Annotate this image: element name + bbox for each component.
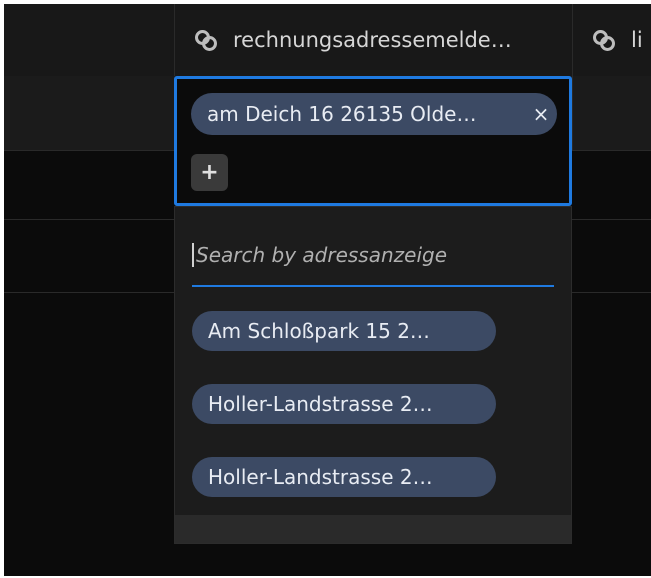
- remove-record-button[interactable]: ×: [525, 102, 557, 126]
- link-icon: [591, 27, 617, 53]
- column-divider: [572, 76, 573, 150]
- linked-record-cell-editor[interactable]: am Deich 16 26135 Olde… × +: [174, 76, 572, 206]
- add-record-button[interactable]: +: [191, 154, 228, 191]
- column-header-second[interactable]: li: [572, 4, 651, 76]
- record-option[interactable]: Holler-Landstrasse 2…: [192, 384, 496, 424]
- grid-view: rechnungsadressemelde… li am Deich 16 26…: [4, 4, 651, 576]
- column-header-label: li: [631, 28, 643, 52]
- search-field: [192, 225, 554, 287]
- selected-record-chip[interactable]: am Deich 16 26135 Olde… ×: [191, 93, 557, 135]
- record-option[interactable]: Am Schloßpark 15 2…: [192, 311, 496, 351]
- record-option[interactable]: Holler-Landstrasse 2…: [192, 457, 496, 497]
- column-header-rechnungsadresse[interactable]: rechnungsadressemelde…: [174, 4, 573, 76]
- search-input[interactable]: [192, 243, 554, 267]
- record-picker-dropdown: Am Schloßpark 15 2… Holler-Landstrasse 2…: [174, 206, 572, 544]
- link-icon: [193, 27, 219, 53]
- column-header-row: rechnungsadressemelde… li: [4, 4, 651, 77]
- selected-record-label: am Deich 16 26135 Olde…: [207, 102, 477, 126]
- dropdown-scrollbar[interactable]: [175, 515, 571, 543]
- column-header-label: rechnungsadressemelde…: [233, 28, 512, 52]
